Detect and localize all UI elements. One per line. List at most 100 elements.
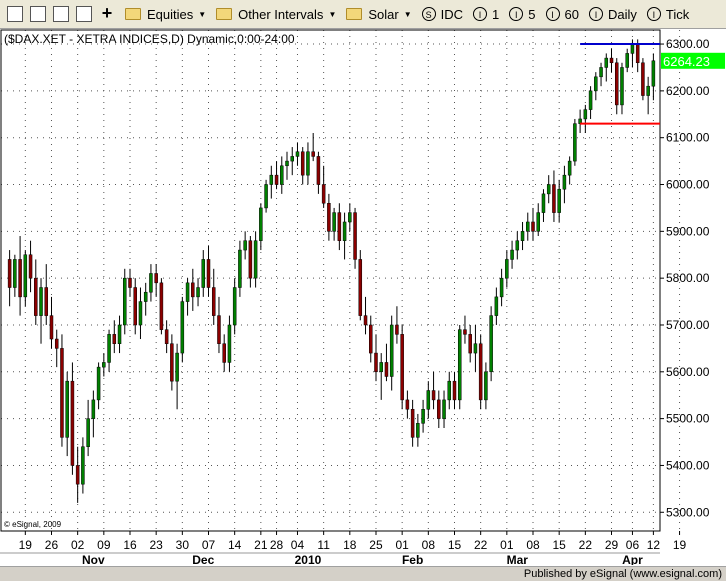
candle-body [227,324,232,363]
copy-icon[interactable] [30,6,46,22]
candle-body [463,329,467,335]
x-tick-label: 30 [176,538,190,552]
add-icon[interactable]: + [99,4,115,22]
candle-body [369,324,373,354]
candle-body [18,259,22,298]
candle-body [526,221,530,232]
idc-button[interactable]: S IDC [421,7,463,22]
x-tick-label: 18 [343,538,357,552]
x-tick-label: 01 [500,538,514,552]
candle-body [353,212,357,260]
x-tick-label: 15 [552,538,566,552]
candle-body [599,67,603,78]
candle-body [75,465,80,485]
candle-body [395,324,399,335]
tick-button[interactable]: I Tick [646,7,689,22]
candle-body [60,348,64,438]
candle-body [625,53,629,68]
candle-body [348,212,352,223]
candle-body [123,277,127,326]
page-icon[interactable] [53,6,69,22]
month-label: 2010 [295,553,322,565]
candle-body [253,240,258,279]
x-tick-label: 11 [317,538,330,552]
candle-body [437,399,441,419]
symbol-icon: S [421,7,436,21]
x-tick-label: 25 [369,538,383,552]
candle-body [206,259,211,288]
folder-icon [216,8,233,20]
x-tick-label: 01 [395,538,409,552]
x-tick-label: 07 [202,538,216,552]
candle-body [316,156,321,185]
candle-body [416,423,420,438]
candle-body [259,207,263,241]
candle-body [473,343,478,354]
interval-icon: I [646,7,661,21]
candle-body [552,184,556,213]
candle-body [478,343,483,401]
candle-body [222,343,226,363]
x-tick-label: 22 [474,538,488,552]
candle-body [143,291,148,302]
candle-body [28,254,33,279]
solar-button[interactable]: Solar ▼ [346,7,412,22]
caret-down-icon: ▼ [198,9,207,19]
daily-button[interactable]: I Daily [588,7,637,22]
candle-body [243,240,247,251]
candle-body [426,390,431,410]
candle-body [567,160,572,176]
x-tick-label: 21 [254,538,268,552]
candle-body [609,57,614,64]
candle-body [520,231,525,241]
candle-body [44,287,49,316]
edit-icon[interactable] [76,6,92,22]
month-label: Dec [192,553,214,565]
candle-body [269,174,274,185]
candle-body [321,184,326,204]
candle-body [410,409,415,438]
x-tick-label: 08 [526,538,540,552]
y-tick-label: 5400.00 [666,458,710,472]
candle-body [248,240,253,279]
x-tick-label: 26 [45,538,59,552]
candle-body [96,366,101,401]
candle-body [646,85,650,96]
price-chart[interactable]: 5300.00 5400.00 5500.00 5600.00 5700.00 5800.… [0,29,726,565]
chart-title: ($DAX.XET - XETRA INDICES,D) Dynamic,0:0… [4,32,295,46]
candle-body [531,221,535,232]
candle-body [562,174,567,190]
candle-body [232,287,237,326]
candle-body [274,174,279,185]
candle-body [23,254,28,298]
candle-body [280,165,284,185]
other-intervals-button[interactable]: Other Intervals ▼ [216,7,336,22]
candle-body [614,62,619,106]
candle-body [573,123,577,162]
candle-body [191,282,195,298]
candle-body [39,287,43,316]
candle-body [290,156,294,162]
interval-60-button[interactable]: I 60 [545,7,579,22]
y-tick-label: 5500.00 [666,412,710,426]
equities-button[interactable]: Equities ▼ [125,7,206,22]
candle-body [91,399,96,419]
candle-body [238,249,242,288]
candle-body [374,352,378,373]
candle-body [630,43,635,54]
caret-down-icon: ▼ [328,9,337,19]
candle-body [49,315,54,340]
candle-body [112,334,117,344]
layout-icon[interactable] [7,6,23,22]
interval-1-button[interactable]: I1 [473,7,499,22]
candle-body [128,277,132,288]
x-tick-label: 29 [605,538,619,552]
candle-body [594,76,598,92]
y-tick-label: 6300.00 [666,37,710,51]
y-tick-label: 5600.00 [666,365,710,379]
x-tick-label: 28 [270,538,284,552]
candle-body [327,202,331,232]
toolbar: + Equities ▼ Other Intervals ▼ Solar ▼ S IDC… [0,0,726,29]
interval-5-button[interactable]: I5 [509,7,536,22]
candle-body [510,249,514,260]
